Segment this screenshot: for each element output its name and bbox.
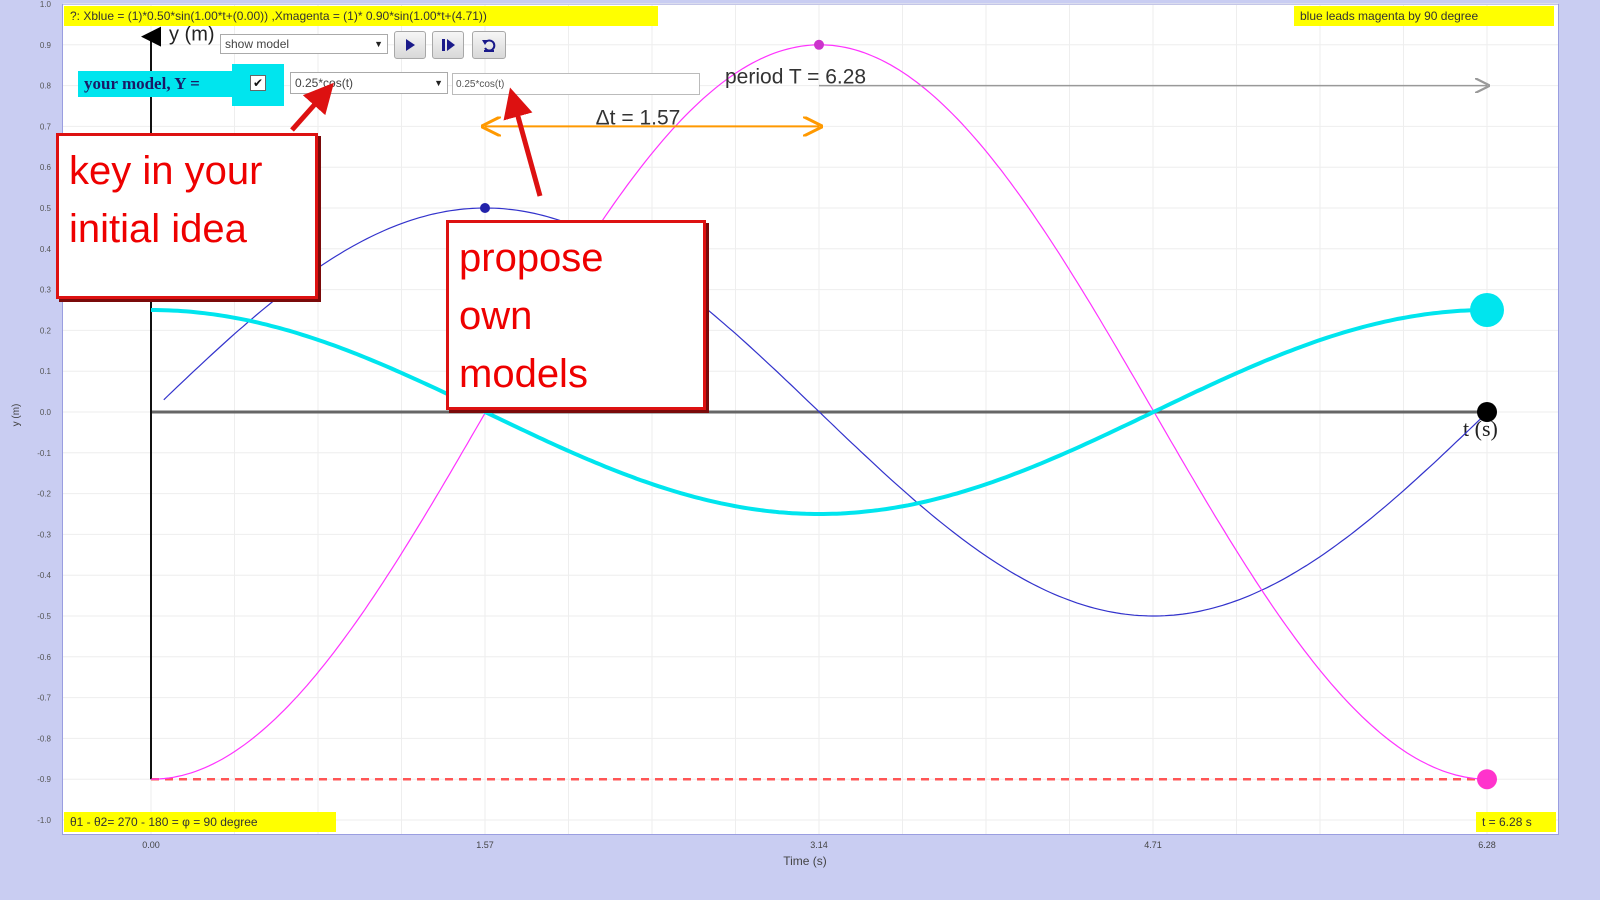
marker-blue-peak <box>480 203 490 213</box>
y-tick-label: -0.3 <box>37 530 51 539</box>
y-tick-label: 0.3 <box>40 286 52 295</box>
y-tick-label: 0.9 <box>40 41 52 50</box>
y-tick-label: 0.6 <box>40 163 52 172</box>
dt-label: Δt = 1.57 <box>596 106 681 129</box>
y-tick-label: 1.0 <box>40 0 52 9</box>
y-axis-title: y (m) <box>169 24 215 46</box>
y-tick-label: -0.8 <box>37 734 51 743</box>
reset-icon <box>482 39 496 52</box>
y-tick-label: 0.5 <box>40 204 52 213</box>
x-tick-label: 0.00 <box>142 840 160 850</box>
y-tick-label: -0.9 <box>37 775 51 784</box>
marker-black-end <box>1477 402 1497 422</box>
step-forward-icon <box>442 39 455 51</box>
model-display-select[interactable]: show model ▼ <box>220 34 388 54</box>
marker-cyan-end <box>1470 293 1504 327</box>
callout-key-in-line-1: key in your <box>69 149 263 193</box>
callout-propose-line-1: propose <box>459 236 604 280</box>
model-checkbox[interactable]: ✔ <box>250 75 266 91</box>
callout-propose-line-3: models <box>459 352 588 396</box>
step-button[interactable] <box>432 31 464 59</box>
equation-banner: ?: Xblue = (1)*0.50*sin(1.00*t+(0.00)) ,… <box>64 6 658 26</box>
y-tick-label: 0.7 <box>40 122 52 131</box>
y-tick-label: -0.4 <box>37 571 51 580</box>
y-tick-label: -0.6 <box>37 653 51 662</box>
x-tick-label: 4.71 <box>1144 840 1162 850</box>
callout-key-in-line-2: initial idea <box>69 207 247 251</box>
y-tick-label: 0.2 <box>40 326 52 335</box>
y-tick-label: -1.0 <box>37 816 51 825</box>
marker-magenta-end <box>1477 769 1497 790</box>
period-label: period T = 6.28 <box>725 66 866 89</box>
y-tick-label: -0.2 <box>37 490 51 499</box>
y-tick-label: 0.1 <box>40 367 52 376</box>
model-checkbox-container: ✔ <box>232 64 284 106</box>
phase-relation-banner: blue leads magenta by 90 degree <box>1294 6 1554 26</box>
chevron-down-icon: ▼ <box>434 78 443 88</box>
x-axis-label: Time (s) <box>783 854 827 868</box>
your-model-label: your model, Y = <box>78 71 232 97</box>
y-tick-label: 0.8 <box>40 82 52 91</box>
reset-button[interactable] <box>472 31 506 59</box>
y-axis-label: y (m) <box>11 404 22 427</box>
x-tick-label: 3.14 <box>810 840 828 850</box>
callout-propose-models: propose own models <box>446 220 706 410</box>
time-readout: t = 6.28 s <box>1476 812 1556 832</box>
phase-calculation-banner: θ1 - θ2= 270 - 180 = φ = 90 degree <box>64 812 336 832</box>
marker-magenta-peak <box>814 39 824 50</box>
model-expression-input[interactable] <box>452 73 700 95</box>
plot-area[interactable]: 1.0 0.9 0.8 0.7 0.6 0.5 0.4 0.3 0.2 0.1 0.0 -0.1 -0.… <box>11 0 1559 868</box>
x-tick-label: 1.57 <box>476 840 494 850</box>
model-expression-select-value: 0.25*cos(t) <box>295 76 354 90</box>
x-tick-label: 6.28 <box>1478 840 1496 850</box>
chevron-down-icon: ▼ <box>374 39 383 49</box>
y-tick-label: -0.5 <box>37 612 51 621</box>
callout-propose-line-2: own <box>459 294 533 338</box>
graph-canvas[interactable]: 1.0 0.9 0.8 0.7 0.6 0.5 0.4 0.3 0.2 0.1 0.0 -0.1 -0.… <box>11 0 1558 868</box>
y-tick-label: 0.4 <box>40 245 52 254</box>
play-icon <box>406 39 415 51</box>
y-tick-label: -0.1 <box>37 449 51 458</box>
model-expression-select[interactable]: 0.25*cos(t) ▼ <box>290 72 448 94</box>
y-tick-label: 0.0 <box>40 408 52 417</box>
callout-key-in-idea: key in your initial idea <box>56 133 318 299</box>
y-tick-label: -0.7 <box>37 694 51 703</box>
model-display-select-value: show model <box>225 37 290 51</box>
play-button[interactable] <box>394 31 426 59</box>
